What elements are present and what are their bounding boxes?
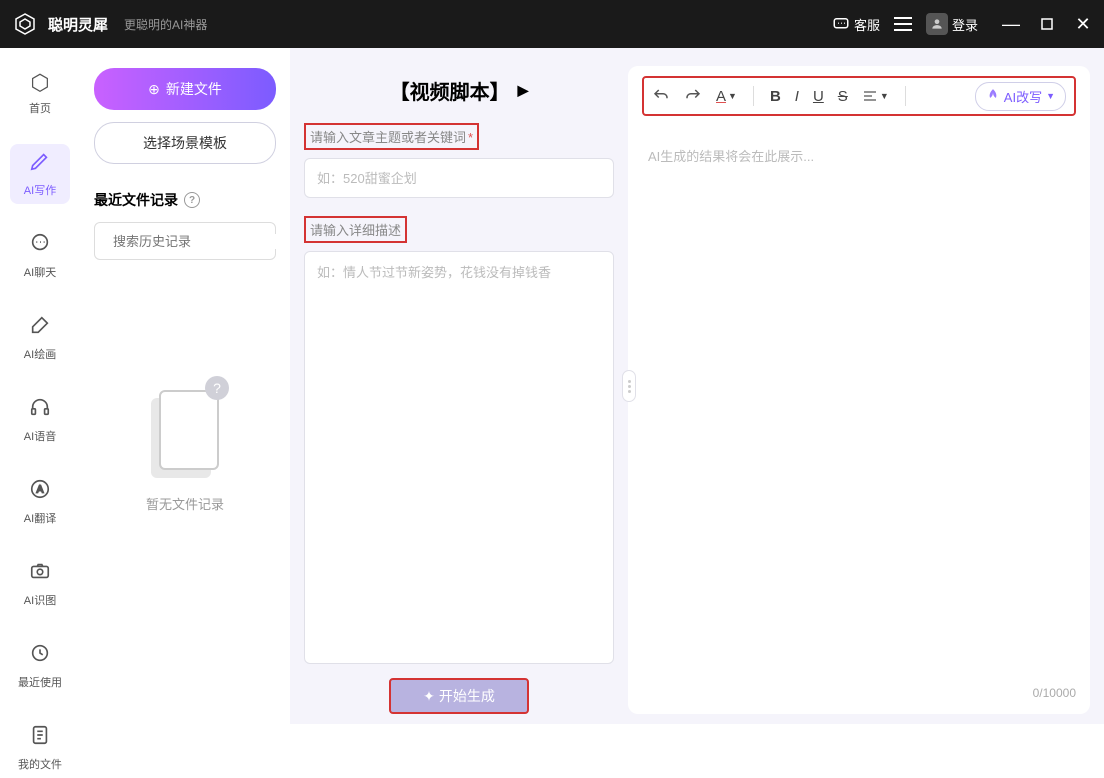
main-area: ⬡ 首页 AI写作 AI聊天 AI绘画 AI语音 xyxy=(0,48,1104,724)
align-button[interactable]: ▼ xyxy=(862,88,889,104)
sidebar-item-home[interactable]: ⬡ 首页 xyxy=(10,64,70,122)
sidebar-item-recent[interactable]: 最近使用 xyxy=(10,636,70,696)
window-controls: — ✕ xyxy=(1002,15,1092,33)
brush-icon xyxy=(29,314,51,342)
search-box[interactable] xyxy=(94,222,276,260)
leaf-icon xyxy=(986,88,1000,105)
titlebar: 聪明灵犀 更聪明的AI神器 客服 登录 — ✕ xyxy=(0,0,1104,48)
generate-button[interactable]: ✦ 开始生成 xyxy=(389,678,529,714)
svg-text:A: A xyxy=(37,485,44,496)
bold-button[interactable]: B xyxy=(770,88,781,105)
separator xyxy=(753,86,754,106)
detail-label: 请输入详细描述 xyxy=(304,216,407,243)
avatar-icon xyxy=(926,13,948,35)
content-area: 【视频脚本】 ▶ 请输入文章主题或者关键词* 请输入详细描述 ✦ 开始生成 xyxy=(290,48,1104,724)
app-tagline: 更聪明的AI神器 xyxy=(124,16,207,33)
sidebar-item-image[interactable]: AI识图 xyxy=(10,554,70,614)
title-text: 【视频脚本】 xyxy=(390,76,510,105)
minimize-button[interactable]: — xyxy=(1002,15,1020,33)
close-button[interactable]: ✕ xyxy=(1074,15,1092,33)
strike-button[interactable]: S xyxy=(838,88,848,105)
output-column: A ▼ B I U S ▼ xyxy=(628,66,1090,714)
sidebar-label: AI写作 xyxy=(24,182,56,198)
sidebar-label: 最近使用 xyxy=(18,674,62,690)
translate-icon: A xyxy=(29,478,51,506)
login-label: 登录 xyxy=(952,15,978,34)
chevron-down-icon: ▼ xyxy=(880,91,889,101)
sidebar: ⬡ 首页 AI写作 AI聊天 AI绘画 AI语音 xyxy=(0,48,80,724)
output-placeholder: AI生成的结果将会在此展示... xyxy=(642,116,1076,686)
input-column: 【视频脚本】 ▶ 请输入文章主题或者关键词* 请输入详细描述 ✦ 开始生成 xyxy=(304,66,614,714)
ai-rewrite-button[interactable]: AI改写 ▼ xyxy=(975,82,1066,111)
support-label: 客服 xyxy=(854,15,880,34)
file-panel: ⊕ 新建文件 选择场景模板 最近文件记录 ? ? 暂无文件记录 xyxy=(80,48,290,724)
sidebar-label: AI绘画 xyxy=(24,346,56,362)
page-title: 【视频脚本】 ▶ xyxy=(304,76,614,105)
font-color-button[interactable]: A ▼ xyxy=(716,88,737,105)
chat-icon xyxy=(832,15,850,33)
redo-button[interactable] xyxy=(684,87,702,105)
empty-illustration-icon: ? xyxy=(145,380,225,480)
sidebar-item-paint[interactable]: AI绘画 xyxy=(10,308,70,368)
sidebar-label: AI识图 xyxy=(24,592,56,608)
maximize-button[interactable] xyxy=(1038,15,1056,33)
sidebar-label: 首页 xyxy=(29,100,51,116)
chat-icon xyxy=(29,232,51,260)
sidebar-label: AI聊天 xyxy=(24,264,56,280)
detail-textarea[interactable] xyxy=(304,251,614,664)
support-button[interactable]: 客服 xyxy=(832,15,880,34)
app-logo-icon xyxy=(12,11,38,37)
sidebar-label: AI语音 xyxy=(24,428,56,444)
underline-button[interactable]: U xyxy=(813,88,824,105)
resize-handle[interactable] xyxy=(622,370,636,402)
plus-icon: ⊕ xyxy=(148,81,160,98)
topic-label: 请输入文章主题或者关键词* xyxy=(304,123,479,150)
sidebar-item-chat[interactable]: AI聊天 xyxy=(10,226,70,286)
generate-label: 开始生成 xyxy=(439,686,495,706)
camera-icon xyxy=(29,560,51,588)
editor-toolbar: A ▼ B I U S ▼ xyxy=(642,76,1076,116)
headphone-icon xyxy=(29,396,51,424)
italic-button[interactable]: I xyxy=(795,88,799,105)
rewrite-label: AI改写 xyxy=(1004,87,1042,106)
home-icon: ⬡ xyxy=(30,70,49,96)
pen-icon xyxy=(29,150,51,178)
chevron-down-icon: ▼ xyxy=(728,91,737,101)
sidebar-item-voice[interactable]: AI语音 xyxy=(10,390,70,450)
sidebar-item-writing[interactable]: AI写作 xyxy=(10,144,70,204)
topic-input[interactable] xyxy=(304,158,614,198)
file-icon xyxy=(29,724,51,752)
menu-button[interactable] xyxy=(894,17,912,31)
titlebar-left: 聪明灵犀 更聪明的AI神器 xyxy=(12,11,207,37)
recent-header-label: 最近文件记录 xyxy=(94,190,178,210)
sidebar-item-translate[interactable]: A AI翻译 xyxy=(10,472,70,532)
sparkle-icon: ✦ xyxy=(423,688,435,705)
titlebar-right: 客服 登录 — ✕ xyxy=(832,13,1092,35)
separator xyxy=(905,86,906,106)
new-file-label: 新建文件 xyxy=(166,79,222,99)
search-input[interactable] xyxy=(113,234,289,249)
template-button[interactable]: 选择场景模板 xyxy=(94,122,276,164)
sidebar-label: AI翻译 xyxy=(24,510,56,526)
play-icon[interactable]: ▶ xyxy=(518,82,529,99)
help-icon[interactable]: ? xyxy=(184,192,200,208)
history-icon xyxy=(29,642,51,670)
app-title: 聪明灵犀 xyxy=(48,14,108,35)
sidebar-item-files[interactable]: 我的文件 xyxy=(10,718,70,778)
char-count: 0/10000 xyxy=(642,686,1076,704)
new-file-button[interactable]: ⊕ 新建文件 xyxy=(94,68,276,110)
empty-text: 暂无文件记录 xyxy=(146,494,224,513)
undo-button[interactable] xyxy=(652,87,670,105)
login-button[interactable]: 登录 xyxy=(926,13,978,35)
chevron-down-icon: ▼ xyxy=(1046,91,1055,101)
sidebar-label: 我的文件 xyxy=(18,756,62,772)
recent-files-header: 最近文件记录 ? xyxy=(94,190,276,210)
empty-state: ? 暂无文件记录 xyxy=(94,380,276,513)
